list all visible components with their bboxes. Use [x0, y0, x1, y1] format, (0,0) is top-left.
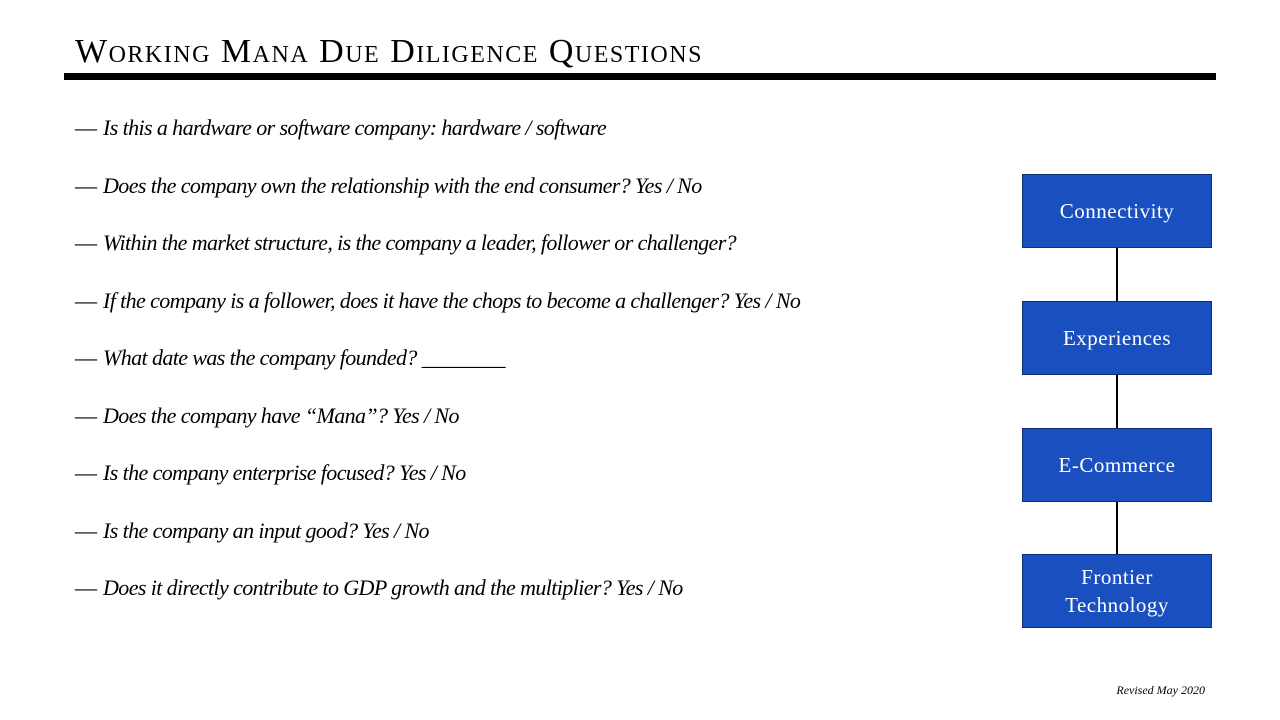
box-e-commerce: E-Commerce [1022, 428, 1212, 502]
question-text: Does the company own the relationship wi… [103, 172, 702, 198]
dash-bullet: — [75, 115, 97, 140]
question-item: — Does the company own the relationship w… [75, 171, 800, 229]
box-label: E-Commerce [1058, 453, 1176, 477]
dash-bullet: — [75, 345, 97, 370]
dash-bullet: — [75, 172, 97, 198]
question-item: — Is the company enterprise focused? Yes … [75, 458, 800, 516]
question-item: — Is this a hardware or software company:… [75, 113, 800, 171]
box-label: Frontier Technology [1065, 565, 1169, 617]
question-item: — If the company is a follower, does it h… [75, 286, 801, 344]
question-item: — Is the company an input good? Yes / No [75, 516, 800, 574]
title-divider [64, 73, 1216, 80]
question-text: Does the company have “Mana”? Yes / No [103, 402, 459, 428]
box-label: Experiences [1062, 326, 1172, 350]
dash-bullet: — [75, 517, 97, 543]
dash-bullet: — [75, 460, 97, 485]
question-item: — What date was the company founded? ____… [75, 343, 800, 401]
connector-line [1116, 248, 1118, 301]
question-text: Does it directly contribute to GDP growt… [103, 575, 683, 600]
question-text: Is the company enterprise focused? Yes /… [103, 460, 466, 485]
box-label: Connectivity [1059, 199, 1175, 223]
dash-bullet: — [75, 575, 97, 600]
question-text: Is the company an input good? Yes / No [103, 517, 430, 543]
connector-line [1116, 375, 1118, 428]
box-connectivity: Connectivity [1022, 174, 1212, 248]
revision-note: Revised May 2020 [1116, 683, 1205, 697]
box-frontier-technology: Frontier Technology [1022, 554, 1212, 628]
dash-bullet: — [75, 287, 97, 313]
question-text: Is this a hardware or software company: … [103, 115, 607, 140]
question-item: — Does the company have “Mana”? Yes / No [75, 401, 800, 459]
question-text: Within the market structure, is the comp… [103, 230, 737, 255]
dash-bullet: — [75, 402, 97, 428]
question-item: — Within the market structure, is the com… [75, 228, 800, 286]
question-list: — Is this a hardware or software company:… [75, 113, 801, 631]
question-text: What date was the company founded? _____… [103, 345, 506, 370]
box-experiences: Experiences [1022, 301, 1212, 375]
page-title: Working Mana Due Diligence Questions [75, 33, 703, 70]
question-item: — Does it directly contribute to GDP grow… [75, 573, 800, 631]
question-text: If the company is a follower, does it ha… [103, 287, 801, 313]
stack-diagram: Connectivity Experiences E-Commerce Fron… [1022, 174, 1212, 628]
connector-line [1116, 502, 1118, 555]
dash-bullet: — [75, 230, 97, 255]
